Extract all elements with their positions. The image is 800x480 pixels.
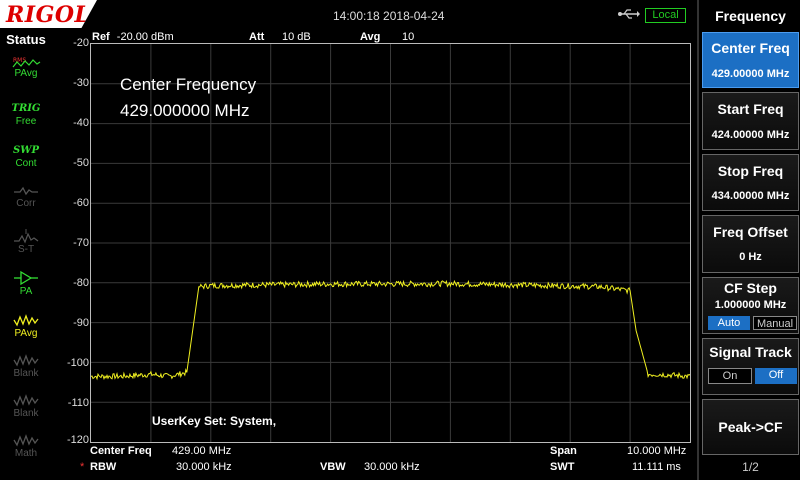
- center-freq-softkey[interactable]: Center Freq 429.00000 MHz: [702, 32, 799, 88]
- svg-text:RMS: RMS: [13, 57, 26, 64]
- y-tick-label: -60: [73, 197, 89, 209]
- y-tick-label: -20: [73, 37, 89, 49]
- softkey-label: Start Freq: [717, 101, 784, 117]
- span-value: 10.000 MHz: [627, 445, 687, 457]
- menu-page-indicator: 1/2: [742, 460, 759, 474]
- trace-avg-icon: [13, 314, 39, 327]
- trace-math-icon: [13, 434, 39, 447]
- status-correction: Corr: [4, 184, 48, 224]
- trace-blank-icon: [13, 394, 39, 407]
- center-freq-label: Center Freq: [90, 445, 152, 457]
- y-tick-label: -30: [73, 77, 89, 89]
- softkey-value: 0 Hz: [739, 251, 762, 263]
- center-freq-value: 429.00 MHz: [172, 445, 232, 457]
- softkey-label: Center Freq: [711, 40, 790, 56]
- date-time: 14:00:18 2018-04-24: [333, 9, 445, 23]
- y-tick-label: -100: [66, 357, 89, 369]
- status-signal-track: S-T: [4, 228, 48, 268]
- cf-step-manual-option[interactable]: Manual: [753, 316, 797, 330]
- softkey-label: Freq Offset: [713, 224, 788, 240]
- status-detector-rms-pavg: RMS PAvg: [4, 56, 48, 96]
- signal-track-softkey[interactable]: Signal Track On Off: [702, 338, 799, 395]
- avg-value: 10: [402, 31, 415, 43]
- preamp-icon: [14, 270, 38, 286]
- rigol-logo: RIGOL: [0, 0, 97, 28]
- softkey-label: Signal Track: [709, 344, 792, 360]
- swt-value: 11.111 ms: [632, 461, 681, 473]
- userkey-status: UserKey Set: System,: [152, 414, 277, 428]
- status-panel: Status RMS PAvg TRIG Free SWP Cont Corr …: [0, 30, 52, 480]
- top-bar: RIGOL 14:00:18 2018-04-24 Local: [0, 0, 697, 30]
- rbw-label: RBW: [90, 461, 117, 473]
- freq-offset-softkey[interactable]: Freq Offset 0 Hz: [702, 215, 799, 273]
- signal-track-off-option[interactable]: Off: [755, 368, 797, 384]
- menu-title: Frequency: [715, 8, 786, 24]
- status-preamp: PA: [4, 270, 48, 310]
- status-title: Status: [6, 32, 46, 47]
- local-status-badge: Local: [645, 8, 686, 23]
- softkey-label: Stop Freq: [717, 163, 784, 179]
- center-frequency-overlay-value: 429.000000 MHz: [120, 101, 250, 120]
- softkey-value: 434.00000 MHz: [711, 190, 790, 202]
- softkey-value: 1.000000 MHz: [714, 299, 787, 311]
- usb-icon: [618, 9, 640, 19]
- ref-value: -20.00 dBm: [116, 31, 174, 43]
- ref-label: Ref: [92, 31, 110, 43]
- status-trace-blank-1: Blank: [4, 352, 48, 392]
- att-label: Att: [249, 31, 265, 43]
- correction-icon: [14, 186, 38, 196]
- cf-step-auto-option[interactable]: Auto: [708, 316, 750, 330]
- brand-name: RIGOL: [6, 2, 91, 28]
- span-label: Span: [550, 445, 577, 457]
- uncal-star-icon: *: [80, 461, 85, 473]
- softkey-label: CF Step: [724, 280, 777, 296]
- y-tick-label: -120: [66, 434, 89, 446]
- y-tick-label: -80: [73, 277, 89, 289]
- signal-track-icon: [14, 229, 39, 244]
- y-tick-label: -90: [73, 317, 89, 329]
- softkey-label: Peak->CF: [718, 419, 783, 435]
- y-tick-label: -50: [73, 157, 89, 169]
- y-tick-label: -70: [73, 237, 89, 249]
- center-frequency-overlay-label: Center Frequency: [120, 75, 257, 94]
- vbw-label: VBW: [320, 461, 346, 473]
- cf-step-softkey[interactable]: CF Step 1.000000 MHz Auto Manual: [702, 277, 799, 334]
- y-tick-label: -110: [67, 397, 89, 409]
- status-trace-average: PAvg: [4, 312, 48, 352]
- frequency-menu: Frequency Center Freq 429.00000 MHz Star…: [697, 0, 800, 480]
- status-trace-math: Math: [4, 432, 48, 472]
- swt-label: SWT: [550, 461, 575, 473]
- signal-track-on-option[interactable]: On: [708, 368, 752, 384]
- start-freq-softkey[interactable]: Start Freq 424.00000 MHz: [702, 92, 799, 150]
- stop-freq-softkey[interactable]: Stop Freq 434.00000 MHz: [702, 154, 799, 211]
- vbw-value: 30.000 kHz: [364, 461, 420, 473]
- y-tick-label: -40: [73, 117, 89, 129]
- peak-to-cf-softkey[interactable]: Peak->CF: [702, 399, 799, 455]
- rbw-value: 30.000 kHz: [176, 461, 232, 473]
- softkey-value: 424.00000 MHz: [711, 129, 790, 141]
- att-value: 10 dB: [282, 31, 311, 43]
- status-trace-blank-2: Blank: [4, 392, 48, 432]
- trace-blank-icon: [13, 354, 39, 367]
- status-sweep-cont: SWP Cont: [13, 145, 39, 169]
- rms-avg-icon: RMS: [12, 57, 41, 68]
- measurement-header: Ref -20.00 dBm Att 10 dB Avg 10: [92, 31, 414, 43]
- status-trigger-free: TRIG Free: [11, 103, 41, 127]
- avg-label: Avg: [360, 31, 381, 43]
- softkey-value: 429.00000 MHz: [711, 68, 790, 80]
